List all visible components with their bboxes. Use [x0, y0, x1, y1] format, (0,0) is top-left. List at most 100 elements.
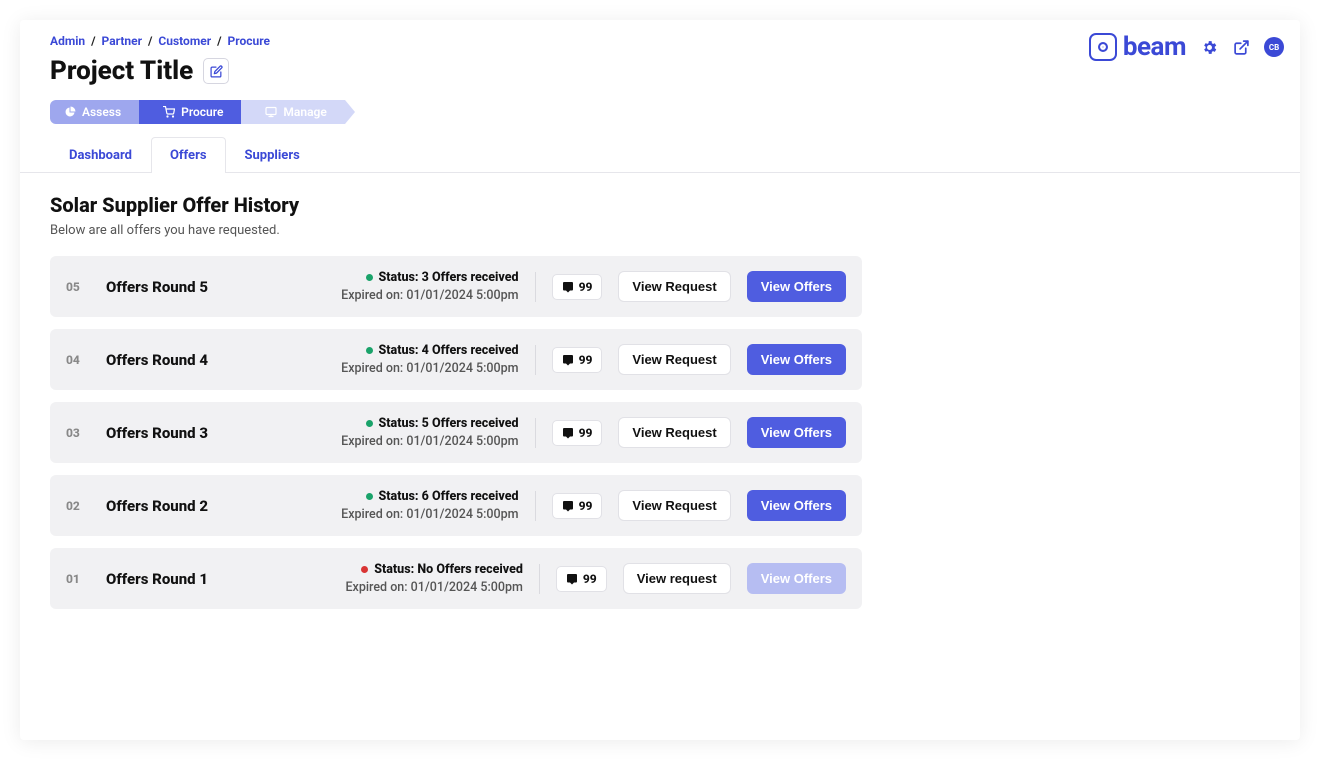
offer-number: 05: [66, 280, 90, 294]
brand-logo: beam: [1089, 32, 1186, 62]
expiry-text: Expired on: 01/01/2024 5:00pm: [341, 288, 518, 303]
pie-chart-icon: [64, 106, 76, 118]
gear-icon[interactable]: [1200, 38, 1218, 56]
avatar[interactable]: CB: [1264, 37, 1284, 57]
view-offers-button: View Offers: [747, 563, 846, 594]
offer-row: 05 Offers Round 5 Status: 3 Offers receive…: [50, 256, 862, 317]
chat-count-chip[interactable]: 99: [552, 274, 603, 300]
offer-number: 03: [66, 426, 90, 440]
monitor-icon: [265, 106, 277, 118]
offer-row: 01 Offers Round 1 Status: No Offers receiv…: [50, 548, 862, 609]
offer-row: 03 Offers Round 3 Status: 5 Offers receive…: [50, 402, 862, 463]
status-block: Status: 5 Offers received Expired on: 01/…: [341, 416, 518, 449]
chat-count-chip[interactable]: 99: [552, 420, 603, 446]
status-dot-icon: [361, 566, 368, 573]
offer-number: 04: [66, 353, 90, 367]
breadcrumb-item[interactable]: Partner: [102, 34, 142, 48]
view-request-button[interactable]: View Request: [618, 417, 730, 448]
section-subtitle: Below are all offers you have requested.: [50, 223, 1270, 238]
status-block: Status: 4 Offers received Expired on: 01/…: [341, 343, 518, 376]
offers-list: 05 Offers Round 5 Status: 3 Offers receive…: [50, 256, 862, 609]
breadcrumb-item[interactable]: Procure: [228, 34, 270, 48]
view-offers-button[interactable]: View Offers: [747, 490, 846, 521]
offer-title: Offers Round 2: [106, 497, 208, 515]
offer-row: 02 Offers Round 2 Status: 6 Offers receive…: [50, 475, 862, 536]
chat-count-chip[interactable]: 99: [552, 493, 603, 519]
status-dot-icon: [366, 274, 373, 281]
status-block: Status: No Offers received Expired on: 01…: [346, 562, 523, 595]
view-offers-button[interactable]: View Offers: [747, 271, 846, 302]
offer-title: Offers Round 5: [106, 278, 208, 296]
chat-icon: [566, 573, 578, 585]
status-block: Status: 3 Offers received Expired on: 01/…: [341, 270, 518, 303]
expiry-text: Expired on: 01/01/2024 5:00pm: [341, 434, 518, 449]
chat-icon: [562, 427, 574, 439]
status-label: Status: No Offers received: [374, 562, 523, 577]
breadcrumb-item[interactable]: Admin: [50, 34, 85, 48]
divider: [535, 491, 536, 521]
title-row: Project Title: [50, 56, 1270, 86]
chat-count-chip[interactable]: 99: [552, 347, 603, 373]
pencil-icon: [210, 65, 223, 78]
offer-number: 02: [66, 499, 90, 513]
view-request-button[interactable]: View Request: [618, 271, 730, 302]
breadcrumb: Admin / Partner / Customer / Procure: [50, 34, 1270, 48]
brand-text: beam: [1123, 32, 1186, 62]
divider: [539, 564, 540, 594]
offer-title: Offers Round 4: [106, 351, 208, 369]
view-offers-button[interactable]: View Offers: [747, 344, 846, 375]
offer-row: 04 Offers Round 4 Status: 4 Offers receive…: [50, 329, 862, 390]
status-label: Status: 4 Offers received: [379, 343, 519, 358]
chat-count: 99: [579, 426, 593, 440]
chat-count: 99: [579, 499, 593, 513]
wizard-step-label: Manage: [283, 105, 326, 119]
wizard-step-label: Procure: [181, 105, 223, 119]
tab-bar: Dashboard Offers Suppliers: [20, 136, 1300, 173]
expiry-text: Expired on: 01/01/2024 5:00pm: [346, 580, 523, 595]
wizard-step-manage[interactable]: Manage: [241, 100, 344, 124]
status-label: Status: 6 Offers received: [379, 489, 519, 504]
offer-title: Offers Round 3: [106, 424, 208, 442]
status-dot-icon: [366, 347, 373, 354]
topbar: beam CB: [1089, 32, 1284, 62]
chat-count-chip[interactable]: 99: [556, 566, 607, 592]
view-request-button[interactable]: View Request: [618, 344, 730, 375]
expiry-text: Expired on: 01/01/2024 5:00pm: [341, 361, 518, 376]
content: Solar Supplier Offer History Below are a…: [20, 173, 1300, 629]
brand-mark-icon: [1089, 33, 1117, 61]
app-frame: beam CB Admin / Partner / Customer / Pro…: [20, 20, 1300, 740]
offer-number: 01: [66, 572, 90, 586]
cart-icon: [163, 106, 175, 118]
wizard-step-procure[interactable]: Procure: [139, 100, 241, 124]
offer-title: Offers Round 1: [106, 570, 208, 588]
status-label: Status: 3 Offers received: [379, 270, 519, 285]
tab-offers[interactable]: Offers: [151, 137, 226, 173]
divider: [535, 418, 536, 448]
chat-icon: [562, 500, 574, 512]
expiry-text: Expired on: 01/01/2024 5:00pm: [341, 507, 518, 522]
view-request-button[interactable]: View Request: [618, 490, 730, 521]
status-label: Status: 5 Offers received: [379, 416, 519, 431]
view-request-button[interactable]: View request: [623, 563, 731, 594]
wizard-step-assess[interactable]: Assess: [50, 100, 139, 124]
divider: [535, 345, 536, 375]
page-title: Project Title: [50, 56, 193, 86]
breadcrumb-item[interactable]: Customer: [158, 34, 211, 48]
wizard-steps: Assess Procure Manage: [50, 100, 1270, 124]
divider: [535, 272, 536, 302]
chat-icon: [562, 354, 574, 366]
status-dot-icon: [366, 493, 373, 500]
status-block: Status: 6 Offers received Expired on: 01/…: [341, 489, 518, 522]
external-link-icon[interactable]: [1232, 38, 1250, 56]
tab-dashboard[interactable]: Dashboard: [50, 137, 151, 173]
tab-suppliers[interactable]: Suppliers: [226, 137, 319, 173]
view-offers-button[interactable]: View Offers: [747, 417, 846, 448]
section-title: Solar Supplier Offer History: [50, 193, 1270, 217]
chat-count: 99: [583, 572, 597, 586]
status-dot-icon: [366, 420, 373, 427]
chat-count: 99: [579, 280, 593, 294]
chat-icon: [562, 281, 574, 293]
wizard-step-label: Assess: [82, 105, 121, 119]
chat-count: 99: [579, 353, 593, 367]
edit-title-button[interactable]: [203, 58, 229, 84]
